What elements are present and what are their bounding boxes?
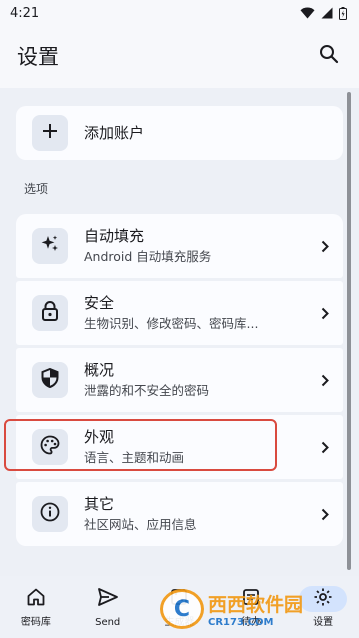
settings-item-autofill[interactable]: 自动填充 Android 自动填充服务 [16,214,343,278]
autofill-subtitle: Android 自动填充服务 [84,249,212,264]
settings-item-overview[interactable]: 概况 泄露的和不安全的密码 [16,348,343,412]
chevron-right-icon [313,508,329,521]
chevron-right-icon [313,374,329,387]
lock-icon [41,301,59,325]
search-icon [319,44,339,68]
send-icon [97,587,119,611]
status-icons [300,6,347,20]
nav-item-send[interactable]: Send [72,586,144,630]
other-title: 其它 [84,495,115,513]
other-subtitle: 社区网站、应用信息 [84,517,197,532]
nav-label-send: Send [95,617,121,628]
overview-title: 概况 [84,361,115,379]
watermark-logo: C 西西软件园 CR173.COM [160,586,340,632]
shield-icon [41,367,59,392]
search-button[interactable] [313,40,345,72]
appearance-title: 外观 [84,428,115,446]
status-time: 4:21 [10,5,40,21]
autofill-title: 自动填充 [84,227,145,245]
watermark-title: 西西软件园 [208,594,304,616]
section-label-options: 选项 [24,182,49,196]
chevron-right-icon [313,307,329,320]
autofill-icon-box [32,228,68,264]
watermark-badge: C [160,589,204,629]
settings-item-appearance[interactable]: 外观 语言、主题和动画 [16,415,343,479]
watermark-url: CR173.COM [208,617,274,628]
scrollbar[interactable] [347,92,351,570]
wifi-icon [300,7,315,19]
add-account-icon-box [32,115,68,151]
nav-item-vault[interactable]: 密码库 [0,586,72,630]
security-subtitle: 生物识别、修改密码、密码库... [84,316,259,331]
security-title: 安全 [84,294,115,312]
status-bar: 4:21 [0,0,359,26]
chevron-right-icon [313,441,329,454]
settings-item-security[interactable]: 安全 生物识别、修改密码、密码库... [16,281,343,345]
signal-icon [321,7,333,19]
plus-icon [42,123,58,143]
overview-icon-box [32,362,68,398]
add-account-label: 添加账户 [84,124,145,142]
info-icon [40,502,60,526]
nav-label-vault: 密码库 [20,617,51,628]
sparkle-icon [40,234,60,258]
settings-item-other[interactable]: 其它 社区网站、应用信息 [16,482,343,546]
other-icon-box [32,496,68,532]
app-bar: 设置 [0,26,359,86]
security-icon-box [32,295,68,331]
overview-subtitle: 泄露的和不安全的密码 [84,383,210,398]
appearance-icon-box [32,429,68,465]
add-account-card[interactable]: 添加账户 [16,106,343,160]
battery-icon [339,6,347,20]
appearance-subtitle: 语言、主题和动画 [84,450,185,465]
chevron-right-icon [313,240,329,253]
page-title: 设置 [17,45,59,69]
palette-icon [40,435,60,459]
home-icon [26,587,46,611]
